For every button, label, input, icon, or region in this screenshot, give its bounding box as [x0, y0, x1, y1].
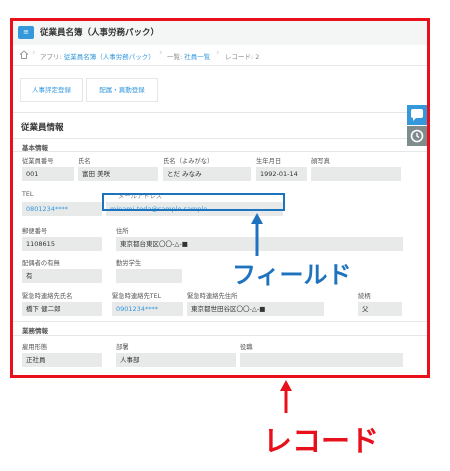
postal-field[interactable]: 1108615 — [22, 237, 102, 251]
group-label-employment: 業務情報 — [22, 327, 48, 335]
spouse-label: 配偶者の有無 — [22, 260, 60, 267]
photo-field[interactable] — [311, 167, 401, 181]
emergency-tel-label: 緊急時連絡先TEL — [112, 293, 162, 300]
tel-label: TEL — [22, 191, 34, 198]
section-divider — [13, 138, 427, 139]
name-kana-label: 氏名（よみがな） — [163, 158, 214, 165]
breadcrumb-app-link[interactable]: 従業員名簿（人事労務パック） — [64, 53, 155, 61]
emergency-name-label: 緊急時連絡先氏名 — [22, 293, 73, 300]
breadcrumb: › アプリ: 従業員名簿（人事労務パック） › 一覧: 社員一覧 › レコード:… — [13, 45, 427, 66]
record-content: 従業員情報 基本情報 従業員番号 001 氏名 富田 美咲 氏名（よみがな） と… — [13, 113, 427, 375]
breadcrumb-list: 一覧: 社員一覧 — [167, 51, 210, 61]
field-annotation-label: フィールド — [232, 261, 352, 289]
relation-label: 続柄 — [358, 293, 371, 300]
relation-field[interactable]: 父 — [358, 302, 402, 316]
group-divider — [13, 335, 427, 336]
field-highlight-box — [102, 193, 285, 211]
working-student-label: 勤労学生 — [116, 260, 142, 267]
emergency-address-field[interactable]: 東京都世田谷区〇〇-△-■ — [187, 302, 324, 316]
department-field[interactable]: 人事部 — [116, 353, 236, 367]
breadcrumb-separator: › — [159, 48, 163, 58]
history-icon[interactable] — [407, 126, 427, 146]
record-arrow-icon — [280, 380, 292, 413]
app-header: ≡ 従業員名簿（人事労務パック） — [13, 21, 427, 46]
group-divider — [13, 321, 427, 322]
tel-field[interactable]: 0801234**** — [22, 202, 102, 216]
employee-no-field[interactable]: 001 — [22, 167, 74, 181]
personnel-evaluation-button[interactable]: 人事評定登録 — [20, 78, 83, 102]
breadcrumb-app-prefix: アプリ: — [40, 53, 62, 61]
name-field[interactable]: 富田 美咲 — [78, 167, 158, 181]
birthdate-label: 生年月日 — [256, 158, 282, 165]
emergency-address-label: 緊急時連絡先住所 — [187, 293, 238, 300]
department-label: 部署 — [116, 344, 129, 351]
employee-no-label: 従業員番号 — [22, 158, 54, 165]
group-divider — [13, 151, 427, 152]
employment-type-field[interactable]: 正社員 — [22, 353, 102, 367]
working-student-field[interactable] — [116, 269, 182, 283]
home-icon[interactable] — [19, 50, 29, 59]
breadcrumb-separator: › — [32, 48, 36, 58]
birthdate-field[interactable]: 1992-01-14 — [256, 167, 307, 181]
assignment-button[interactable]: 配属・異動登録 — [86, 78, 158, 102]
name-label: 氏名 — [78, 158, 91, 165]
emergency-name-field[interactable]: 橋下 健二郎 — [22, 302, 102, 316]
breadcrumb-list-prefix: 一覧: — [167, 53, 183, 61]
record-annotation-label: レコード — [263, 424, 380, 458]
app-title: 従業員名簿（人事労務パック） — [40, 28, 160, 38]
name-kana-field[interactable]: とだ みなみ — [163, 167, 251, 181]
spouse-field[interactable]: 有 — [22, 269, 102, 283]
position-field[interactable] — [240, 353, 403, 367]
emergency-tel-field[interactable]: 0901234**** — [112, 302, 183, 316]
app-icon[interactable]: ≡ — [18, 26, 34, 39]
field-arrow-icon — [251, 213, 263, 256]
address-label: 住所 — [116, 228, 129, 235]
breadcrumb-list-link[interactable]: 社員一覧 — [184, 53, 210, 61]
breadcrumb-separator: › — [216, 48, 220, 58]
employment-type-label: 雇用形態 — [22, 344, 48, 351]
section-title: 従業員情報 — [21, 123, 64, 133]
breadcrumb-record: レコード: 2 — [225, 53, 260, 61]
action-bar: 人事評定登録 配属・異動登録 — [13, 66, 427, 113]
photo-label: 顔写真 — [311, 158, 330, 165]
comment-icon[interactable] — [407, 105, 427, 125]
position-label: 役職 — [240, 344, 253, 351]
breadcrumb-app: アプリ: 従業員名簿（人事労務パック） — [40, 51, 155, 61]
postal-label: 郵便番号 — [22, 228, 48, 235]
